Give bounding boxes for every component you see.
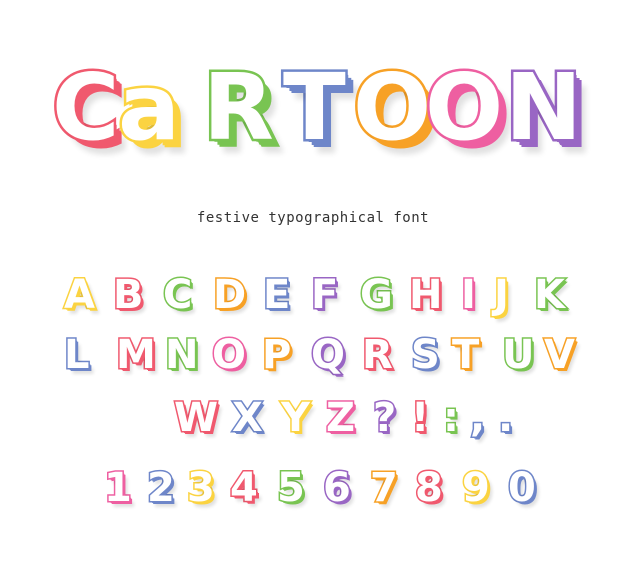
glyph: 1 bbox=[103, 465, 134, 511]
glyph: W bbox=[172, 395, 219, 441]
glyph: Z bbox=[324, 395, 356, 441]
glyph: ! bbox=[409, 395, 430, 441]
glyph: S bbox=[410, 332, 442, 378]
glyph: 9 bbox=[461, 465, 492, 511]
glyph: V bbox=[543, 332, 577, 378]
glyph: B bbox=[112, 272, 145, 318]
title-letter: N bbox=[503, 54, 585, 161]
font-showcase: CaRTOON festive typographical font ABCDE… bbox=[0, 0, 626, 569]
title-letter: a bbox=[115, 54, 182, 161]
glyph: C bbox=[161, 272, 193, 318]
title-letter: O bbox=[350, 54, 433, 161]
glyph: X bbox=[231, 395, 265, 441]
glyph: . bbox=[496, 395, 514, 441]
glyph: 7 bbox=[369, 465, 400, 511]
title-letter: O bbox=[422, 54, 505, 161]
glyph: K bbox=[533, 272, 567, 318]
glyph: R bbox=[361, 332, 395, 378]
glyph: E bbox=[261, 272, 291, 318]
glyph: A bbox=[63, 272, 97, 318]
title-letter: C bbox=[50, 54, 122, 161]
glyph: 3 bbox=[186, 465, 217, 511]
glyph: H bbox=[407, 272, 444, 318]
title-letter: R bbox=[201, 54, 277, 161]
glyph: P bbox=[260, 332, 292, 378]
glyph: J bbox=[493, 272, 511, 318]
glyph: U bbox=[500, 332, 536, 378]
title-letter: T bbox=[281, 54, 349, 161]
glyph: , bbox=[468, 395, 486, 441]
glyph: I bbox=[460, 272, 478, 318]
glyph: L bbox=[63, 332, 91, 378]
glyph: : bbox=[442, 395, 461, 441]
subtitle: festive typographical font bbox=[196, 210, 430, 226]
glyph: 0 bbox=[507, 465, 538, 511]
glyph: 8 bbox=[414, 465, 445, 511]
glyph: 6 bbox=[322, 465, 353, 511]
glyph: F bbox=[309, 272, 339, 318]
glyph: N bbox=[163, 332, 200, 378]
glyph: G bbox=[359, 272, 395, 318]
glyph: O bbox=[210, 332, 247, 378]
glyph: 4 bbox=[229, 465, 260, 511]
glyph: ? bbox=[371, 395, 397, 441]
glyph: 5 bbox=[276, 465, 307, 511]
glyph: D bbox=[211, 272, 247, 318]
glyph: 2 bbox=[146, 465, 177, 511]
glyph: Y bbox=[280, 395, 312, 441]
glyph: Q bbox=[309, 332, 346, 378]
glyph: T bbox=[450, 332, 480, 378]
glyph: M bbox=[115, 332, 158, 378]
